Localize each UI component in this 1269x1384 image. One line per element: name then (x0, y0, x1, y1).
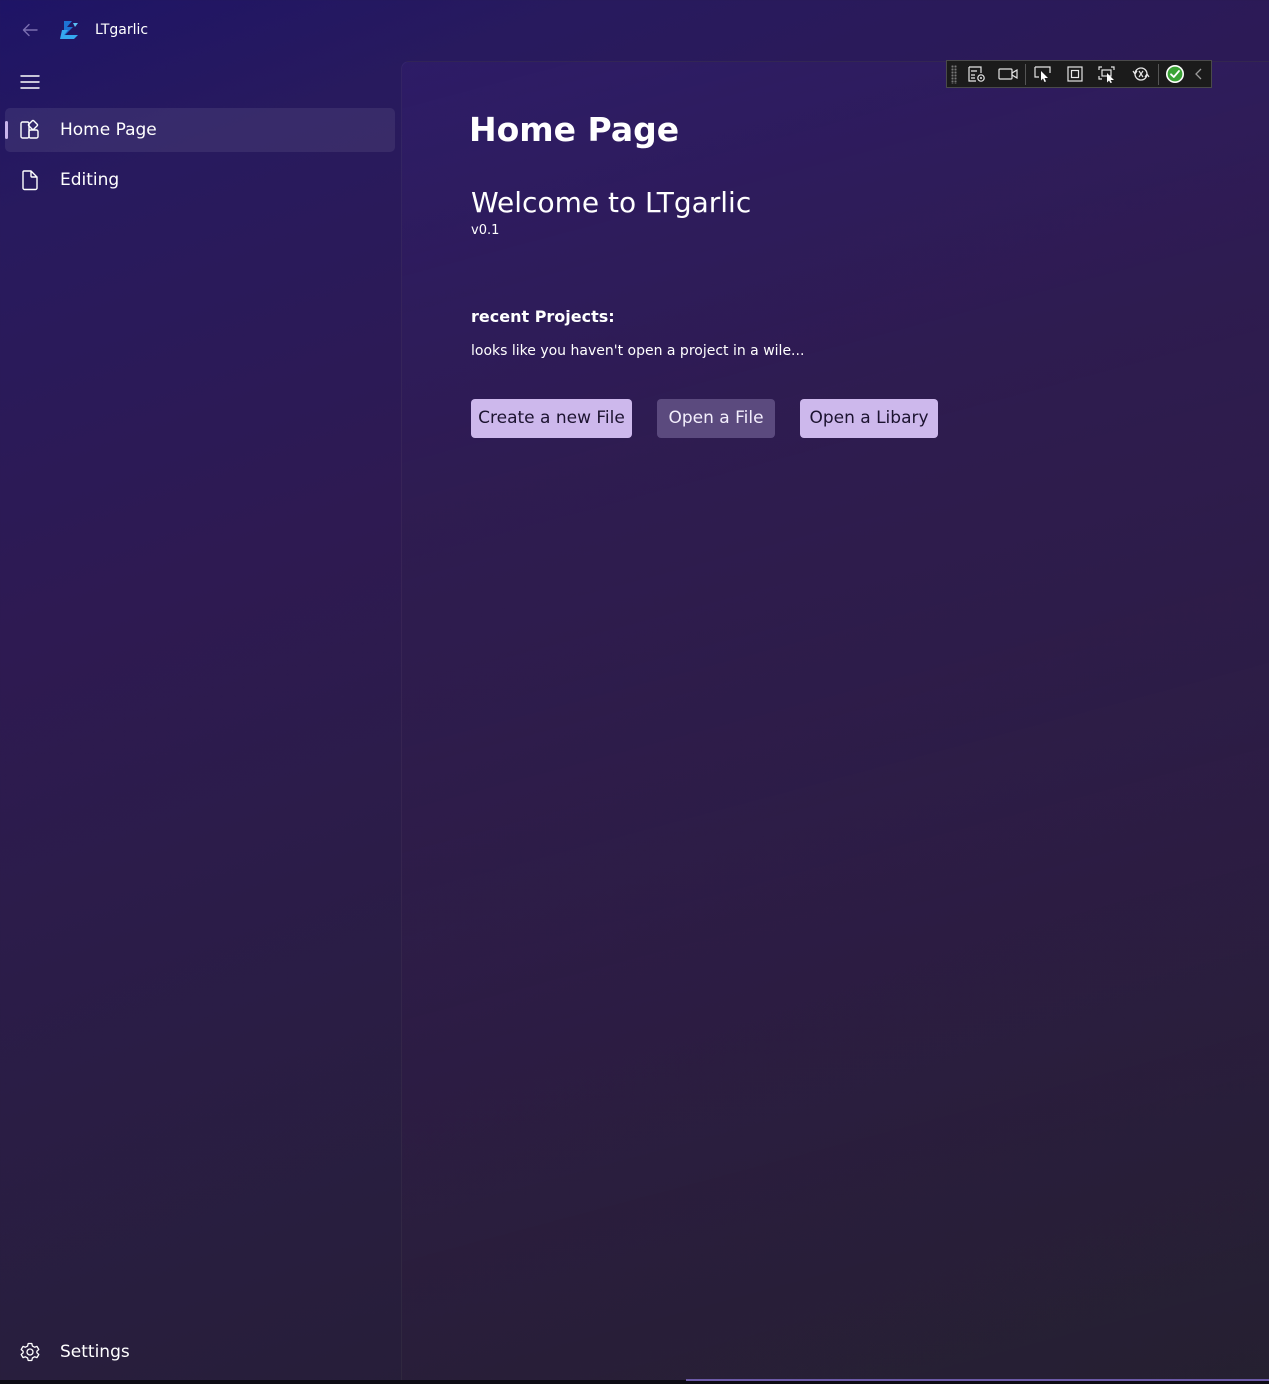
live-visual-tree-button[interactable] (965, 63, 989, 85)
home-grid-icon (20, 119, 39, 139)
recent-projects-heading: recent Projects: (471, 307, 615, 326)
display-layout-adorners-icon (1067, 66, 1083, 82)
title-bar: LTgarlic (0, 0, 1269, 60)
app-title: LTgarlic (95, 22, 149, 38)
create-new-file-button[interactable]: Create a new File (471, 399, 632, 438)
record-icon (998, 68, 1018, 80)
recent-projects-empty-message: looks like you haven't open a project in… (471, 343, 805, 359)
track-focus-icon (1098, 66, 1115, 83)
collapse-toolbar-button[interactable] (1190, 63, 1208, 85)
hot-reload-button[interactable] (1129, 63, 1153, 85)
back-button[interactable] (12, 14, 48, 46)
record-button[interactable] (996, 63, 1020, 85)
app-logo-icon (58, 18, 82, 42)
menu-toggle-button[interactable] (8, 64, 52, 100)
selection-indicator (5, 121, 8, 139)
open-file-button[interactable]: Open a File (657, 399, 775, 438)
hot-reload-icon (1132, 67, 1150, 81)
display-layout-adorners-button[interactable] (1063, 63, 1087, 85)
welcome-heading: Welcome to LTgarlic (471, 186, 752, 219)
nav-item-editing[interactable]: Editing (5, 158, 395, 202)
version-label: v0.1 (471, 223, 500, 238)
nav-item-home-page[interactable]: Home Page (5, 108, 395, 152)
live-visual-tree-icon (968, 66, 985, 82)
toolbar-separator (1158, 64, 1159, 85)
gear-icon (20, 1342, 40, 1362)
collapse-chevron-icon (1195, 68, 1202, 80)
nav-item-label: Editing (60, 170, 120, 190)
settings-label: Settings (60, 1342, 130, 1362)
select-element-icon (1034, 66, 1051, 82)
nav-item-label: Home Page (60, 120, 157, 140)
content-pane (401, 61, 1269, 1384)
document-icon (22, 170, 38, 191)
status-button[interactable] (1163, 63, 1187, 85)
ok-status-icon (1166, 65, 1184, 83)
nav-item-settings[interactable]: Settings (5, 1330, 395, 1374)
select-element-button[interactable] (1031, 63, 1055, 85)
window-bottom-accent (686, 1379, 1269, 1381)
toolbar-grip-handle[interactable] (951, 65, 957, 84)
track-focus-button[interactable] (1095, 63, 1119, 85)
back-arrow-icon (22, 23, 38, 37)
hamburger-icon (20, 75, 40, 89)
page-title: Home Page (469, 110, 680, 149)
open-library-button[interactable]: Open a Libary (800, 399, 938, 438)
debug-toolbar (946, 60, 1212, 88)
toolbar-separator (1025, 64, 1026, 85)
